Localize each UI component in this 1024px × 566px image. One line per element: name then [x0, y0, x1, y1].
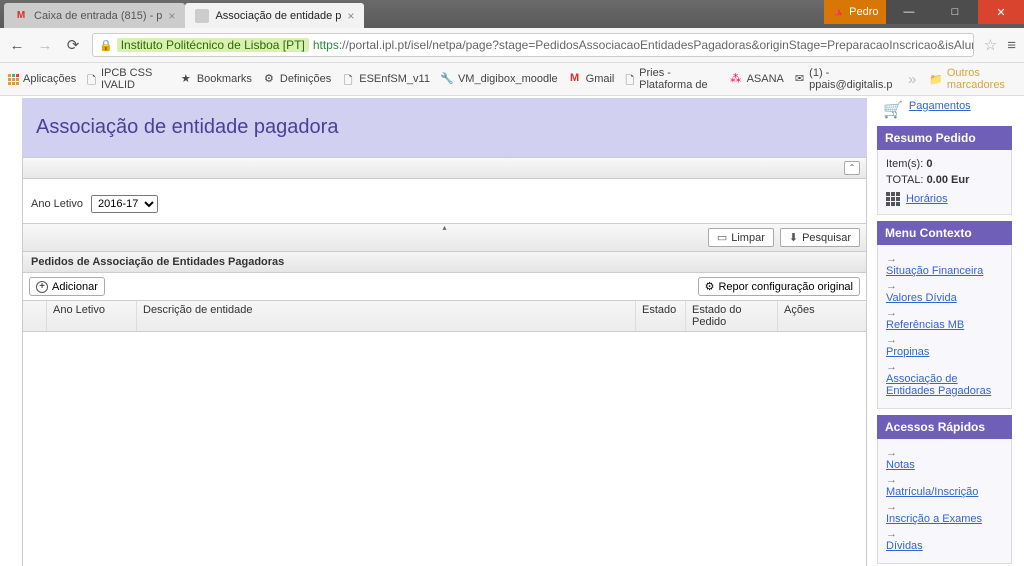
bookmark-item[interactable]: ⚙Definições [262, 72, 331, 86]
minimize-button[interactable]: — [886, 0, 932, 24]
mail-icon: ✉ [794, 72, 805, 86]
gmail-icon: M [14, 9, 28, 23]
grid-toolbar: + Adicionar ⚙ Repor configuração origina… [22, 273, 867, 300]
grid-header-descricao[interactable]: Descrição de entidade [137, 301, 636, 331]
bookmark-item[interactable]: ★Bookmarks [179, 72, 252, 86]
inscricao-exames-link[interactable]: Inscrição a Exames [886, 513, 1003, 525]
bookmarks-bar: Aplicações 🗋IPCB CSS IVALID ★Bookmarks ⚙… [0, 63, 1024, 96]
acessos-rapidos-body: →Notas →Matrícula/Inscrição →Inscrição a… [877, 439, 1012, 564]
close-icon[interactable]: × [168, 9, 175, 23]
page-icon: 🔧 [440, 72, 454, 86]
asana-icon: ⁂ [729, 72, 743, 86]
user-badge[interactable]: 🔺 Pedro [824, 0, 886, 24]
section-title: Pedidos de Associação de Entidades Pagad… [22, 252, 867, 273]
menu-contexto-title: Menu Contexto [877, 221, 1012, 245]
pesquisar-button[interactable]: ⬇Pesquisar [780, 228, 860, 247]
collapse-toggle[interactable]: ⌃ [844, 161, 860, 175]
cart-icon: 🛒 [883, 100, 903, 120]
tab-label: Associação de entidade p [215, 10, 341, 22]
page-title-bar: Associação de entidade pagadora [22, 98, 867, 157]
address-bar[interactable]: 🔒 Instituto Politécnico de Lisboa [PT] h… [92, 33, 974, 57]
sidebar-top-link: 🛒 Pagamentos [877, 98, 1012, 126]
forward-button[interactable]: → [36, 37, 54, 54]
star-icon: ★ [179, 72, 193, 86]
bookmarks-overflow[interactable]: » [905, 71, 919, 88]
calendar-icon [886, 192, 900, 206]
limpar-button[interactable]: ▭Limpar [708, 228, 774, 247]
associacao-entidades-link[interactable]: Associação de Entidades Pagadoras [886, 373, 1003, 397]
resumo-pedido-title: Resumo Pedido [877, 126, 1012, 150]
bookmark-item[interactable]: 🔧VM_digibox_moodle [440, 72, 558, 86]
url-scheme: https [313, 38, 339, 52]
ev-cert-badge: Instituto Politécnico de Lisboa [PT] [117, 38, 309, 52]
resumo-pedido-body: Item(s): 0 TOTAL: 0.00 Eur Horários [877, 150, 1012, 215]
bookmark-item[interactable]: ✉(1) - ppais@digitalis.p [794, 67, 895, 91]
browser-tab-active[interactable]: Associação de entidade p × [185, 3, 364, 28]
close-icon[interactable]: × [347, 9, 354, 23]
back-button[interactable]: ← [8, 37, 26, 54]
bookmark-item[interactable]: ⁂ASANA [729, 72, 784, 86]
download-icon: ⬇ [789, 231, 798, 244]
valores-divida-link[interactable]: Valores Dívida [886, 292, 1003, 304]
folder-icon: 📁 [929, 73, 943, 86]
bookmark-item[interactable]: 🗋ESEnfSM_v11 [341, 72, 430, 86]
total-label: TOTAL: [886, 174, 924, 186]
filter-actions: ▴ ▭Limpar ⬇Pesquisar [22, 224, 867, 252]
page-icon: 🗋 [86, 72, 97, 86]
window-close-button[interactable]: ✕ [978, 0, 1024, 24]
items-label: Item(s): [886, 158, 923, 170]
grid-header-acoes[interactable]: Ações [778, 301, 866, 331]
lock-icon: 🔒 [99, 39, 113, 52]
matricula-link[interactable]: Matrícula/Inscrição [886, 486, 1003, 498]
chrome-menu-icon[interactable]: ≡ [1007, 37, 1016, 54]
clear-icon: ▭ [717, 231, 727, 244]
repor-button[interactable]: ⚙ Repor configuração original [698, 277, 860, 296]
plus-icon: + [36, 281, 48, 293]
page-icon [195, 9, 209, 23]
notas-link[interactable]: Notas [886, 459, 1003, 471]
propinas-link[interactable]: Propinas [886, 346, 1003, 358]
pagamentos-link[interactable]: Pagamentos [909, 100, 971, 112]
filter-panel: Ano Letivo 2016-17 [22, 179, 867, 224]
page-icon: 🗋 [341, 72, 355, 86]
grid-header-row: Ano Letivo Descrição de entidade Estado … [22, 300, 867, 332]
gear-icon: ⚙ [262, 72, 276, 86]
page-title: Associação de entidade pagadora [36, 116, 853, 139]
total-value: 0.00 Eur [927, 174, 970, 186]
referencias-mb-link[interactable]: Referências MB [886, 319, 1003, 331]
tab-label: Caixa de entrada (815) - p [34, 10, 162, 22]
bookmark-item[interactable]: 🗋Pries - Plataforma de [624, 67, 718, 91]
grid-header-checkbox[interactable] [23, 301, 47, 331]
page-icon: 🗋 [624, 72, 635, 86]
gear-icon: ⚙ [705, 280, 715, 293]
url-path: ://portal.ipl.pt/isel/netpa/page?stage=P… [339, 38, 974, 52]
grid-header-estado[interactable]: Estado [636, 301, 686, 331]
ano-letivo-select[interactable]: 2016-17 [91, 195, 158, 213]
maximize-button[interactable]: □ [932, 0, 978, 24]
reload-button[interactable]: ⟳ [64, 36, 82, 54]
acessos-rapidos-title: Acessos Rápidos [877, 415, 1012, 439]
menu-contexto-body: →Situação Financeira →Valores Dívida →Re… [877, 245, 1012, 409]
apps-icon [8, 74, 19, 85]
drag-handle-icon[interactable]: ▴ [442, 223, 446, 232]
browser-tab-inactive[interactable]: M Caixa de entrada (815) - p × [4, 3, 185, 28]
browser-tab-strip: M Caixa de entrada (815) - p × Associaçã… [0, 0, 1024, 28]
grid-header-estado-pedido[interactable]: Estado do Pedido [686, 301, 778, 331]
filter-panel-header: ⌃ [22, 157, 867, 179]
apps-button[interactable]: Aplicações [8, 73, 76, 85]
items-value: 0 [926, 158, 932, 170]
other-bookmarks[interactable]: 📁 Outros marcadores [929, 67, 1016, 91]
grid-body [22, 332, 867, 566]
dividas-link[interactable]: Dívidas [886, 540, 1003, 552]
grid-header-ano[interactable]: Ano Letivo [47, 301, 137, 331]
bookmark-item[interactable]: 🗋IPCB CSS IVALID [86, 67, 169, 91]
horarios-link[interactable]: Horários [906, 193, 948, 205]
bookmark-star-icon[interactable]: ☆ [984, 36, 997, 54]
ano-letivo-label: Ano Letivo [31, 198, 83, 210]
bookmark-item[interactable]: MGmail [568, 72, 615, 86]
adicionar-button[interactable]: + Adicionar [29, 277, 105, 296]
gmail-icon: M [568, 72, 582, 86]
situacao-financeira-link[interactable]: Situação Financeira [886, 265, 1003, 277]
